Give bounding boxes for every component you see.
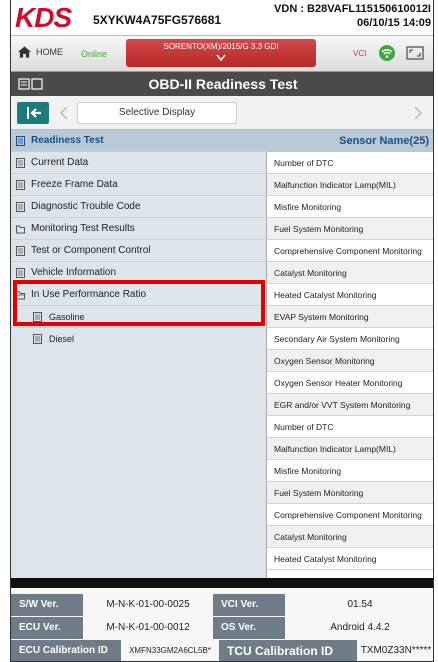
sensor-row[interactable]: EGR and/or VVT System Monitoring — [267, 394, 433, 416]
title-bar: OBD-II Readiness Test — [11, 72, 433, 96]
top-header: KDS 5XYKW4A75FG576681 VDN : B28VAFL11515… — [11, 0, 433, 36]
sensor-row[interactable]: Catalyst Monitoring — [267, 262, 433, 284]
prev-arrow-icon[interactable] — [59, 106, 69, 120]
sensor-row[interactable]: Heated Catalyst Monitoring — [267, 548, 433, 570]
document-icon — [16, 246, 25, 256]
document-icon — [16, 158, 25, 168]
sensor-row[interactable]: Catalyst Monitoring — [267, 526, 433, 548]
document-icon — [16, 180, 25, 190]
menu-item-label: Vehicle Information — [31, 267, 117, 278]
sensor-row[interactable]: Comprehensive Component Monitoring — [267, 504, 433, 526]
vci-status: VCI — [353, 49, 367, 58]
next-arrow-icon[interactable] — [413, 106, 423, 120]
menu-item-monitoring-results[interactable]: Monitoring Test Results — [11, 218, 267, 240]
menu-item-label: Monitoring Test Results — [31, 223, 135, 234]
tcu-cal-value: TXM0Z33N***** — [357, 640, 433, 661]
kds-logo: KDS — [15, 2, 72, 33]
menu-item-label: Current Data — [31, 157, 89, 168]
sensor-row[interactable]: Fuel System Monitoring — [267, 482, 433, 504]
toolbar: Selective Display — [11, 96, 433, 130]
logo-text: KDS — [15, 2, 72, 33]
left-menu: Readiness Test Current Data Freeze Frame… — [11, 130, 267, 578]
divider — [11, 578, 433, 588]
sensor-list: Sensor Name(25) Number of DTC Malfunction… — [267, 130, 433, 578]
sw-ver-value: M-N-K-01-00-0025 — [83, 594, 213, 616]
sw-ver-label: S/W Ver. — [11, 594, 83, 616]
sensor-row[interactable]: Number of DTC — [267, 152, 433, 174]
back-button[interactable] — [17, 102, 49, 124]
sensor-row[interactable]: Oxygen Sensor Monitoring — [267, 350, 433, 372]
ecu-ver-label: ECU Ver. — [11, 617, 83, 639]
menu-item-readiness-test[interactable]: Readiness Test — [11, 130, 267, 152]
page-title: OBD-II Readiness Test — [148, 76, 298, 92]
vin-number: 5XYKW4A75FG576681 — [93, 13, 222, 27]
datetime: 06/10/15 14:09 — [356, 17, 431, 29]
menu-item-freeze-frame[interactable]: Freeze Frame Data — [11, 174, 267, 196]
document-icon — [16, 268, 25, 278]
sensor-row[interactable]: Misfire Monitoring — [267, 460, 433, 482]
home-icon — [17, 46, 32, 58]
menu-item-label: Readiness Test — [31, 135, 104, 146]
sensor-row[interactable]: Number of DTC — [267, 416, 433, 438]
vehicle-label: SORENTO(XM)/2015/G 3.3 GDI — [163, 42, 279, 51]
home-label: HOME — [36, 47, 63, 57]
document-icon — [33, 334, 42, 344]
os-ver-label: OS Ver. — [213, 617, 285, 639]
sensor-row[interactable]: Misfire Monitoring — [267, 196, 433, 218]
menu-item-current-data[interactable]: Current Data — [11, 152, 267, 174]
ecu-ver-value: M-N-K-01-00-0012 — [83, 617, 213, 639]
ecu-cal-label: ECU Calibration ID — [11, 640, 121, 661]
folder-icon — [16, 225, 25, 234]
selective-display-button[interactable]: Selective Display — [77, 102, 237, 124]
tcu-cal-label: TCU Calibration ID — [219, 640, 357, 661]
app-window: KDS 5XYKW4A75FG576681 VDN : B28VAFL11515… — [10, 0, 434, 662]
sensor-row[interactable]: EVAP System Monitoring — [267, 306, 433, 328]
os-ver-value: Android 4.4.2 — [285, 617, 433, 639]
document-icon — [16, 202, 25, 212]
online-status: Online — [81, 49, 108, 59]
sensor-row[interactable]: Oxygen Sensor Heater Monitoring — [267, 372, 433, 394]
chevron-down-icon — [216, 54, 226, 62]
sensor-row[interactable]: Heated Catalyst Monitoring — [267, 284, 433, 306]
nav-bar: HOME Online SORENTO(XM)/2015/G 3.3 GDI V… — [11, 36, 433, 72]
wifi-icon[interactable] — [377, 44, 397, 62]
footer: S/W Ver. M-N-K-01-00-0025 VCI Ver. 01.54… — [11, 588, 433, 661]
menu-item-label: Freeze Frame Data — [31, 179, 118, 190]
vehicle-selector[interactable]: SORENTO(XM)/2015/G 3.3 GDI — [126, 39, 316, 67]
sensor-list-header: Sensor Name(25) — [267, 130, 433, 152]
home-button[interactable]: HOME — [17, 45, 63, 59]
menu-item-diesel[interactable]: Diesel — [11, 328, 267, 350]
sensor-row[interactable]: Secondary Air System Monitoring — [267, 328, 433, 350]
menu-item-label: Test or Component Control — [31, 245, 151, 256]
screen-icon[interactable] — [405, 45, 425, 61]
menu-item-label: Diesel — [49, 334, 75, 344]
sensor-row[interactable]: Comprehensive Component Monitoring — [267, 240, 433, 262]
vci-ver-label: VCI Ver. — [213, 594, 285, 616]
vci-ver-value: 01.54 — [285, 594, 433, 616]
menu-item-component-control[interactable]: Test or Component Control — [11, 240, 267, 262]
ecu-cal-value: XMFN33GM2A6CL5B* — [121, 640, 219, 661]
sensor-row[interactable]: Fuel System Monitoring — [267, 218, 433, 240]
menu-item-label: Diagnostic Trouble Code — [31, 201, 141, 212]
vdn-line: VDN : B28VAFL115150610012I — [274, 3, 431, 15]
sensor-row[interactable]: Malfunction Indicator Lamp(MIL) — [267, 438, 433, 460]
document-icon — [16, 136, 25, 146]
vdn-info: VDN : B28VAFL115150610012I 06/10/15 14:0… — [274, 2, 431, 30]
back-arrow-icon — [27, 107, 41, 119]
highlight-box — [13, 280, 265, 326]
menu-item-dtc[interactable]: Diagnostic Trouble Code — [11, 196, 267, 218]
sensor-row[interactable]: Malfunction Indicator Lamp(MIL) — [267, 174, 433, 196]
